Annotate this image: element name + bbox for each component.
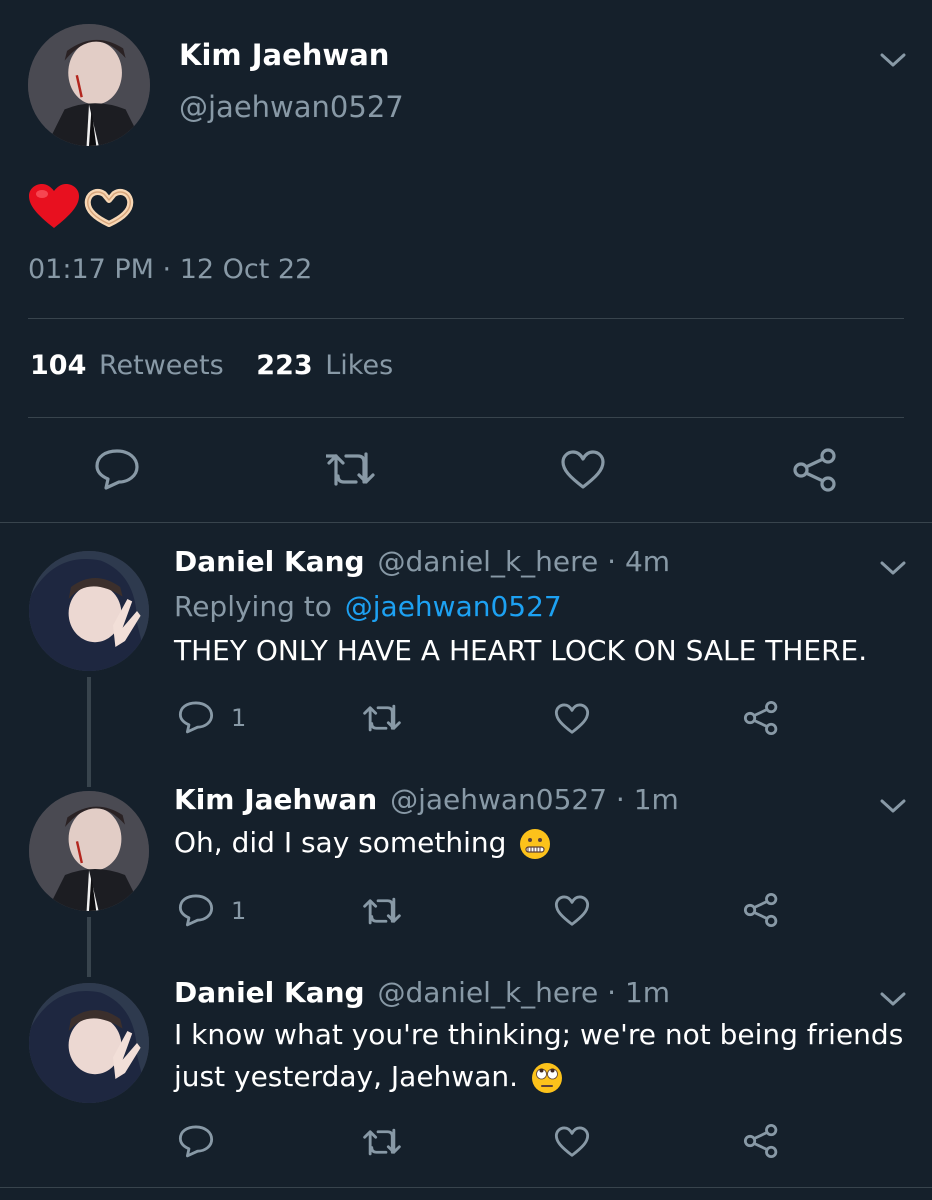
reply-text: Oh, did I say something <box>174 826 507 859</box>
likes-label[interactable]: Likes <box>325 350 393 381</box>
author-name[interactable]: Kim Jaehwan <box>179 38 389 72</box>
retweet-icon[interactable] <box>362 1127 402 1157</box>
avatar-kim-jaehwan[interactable] <box>28 24 150 146</box>
retweet-icon[interactable] <box>362 703 402 733</box>
reply-header: Daniel Kang @daniel_k_here · 1m <box>174 976 670 1009</box>
chevron-down-icon[interactable] <box>880 991 906 1007</box>
reply-meta[interactable]: @jaehwan0527 · 1m <box>390 783 679 816</box>
reply-meta[interactable]: @daniel_k_here · 1m <box>377 976 670 1009</box>
reply-author-name[interactable]: Kim Jaehwan <box>174 783 377 816</box>
like-icon[interactable] <box>554 703 590 735</box>
retweets-count[interactable]: 104 <box>30 350 86 381</box>
chevron-down-icon[interactable] <box>880 798 906 814</box>
author-handle[interactable]: @jaehwan0527 <box>179 90 404 124</box>
thread-line <box>87 677 91 787</box>
avatar-daniel-kang[interactable] <box>29 551 149 671</box>
reply-header: Kim Jaehwan @jaehwan0527 · 1m <box>174 783 679 816</box>
share-icon[interactable] <box>792 448 838 492</box>
reply-icon[interactable] <box>178 700 214 734</box>
reply-body-line2: just yesterday, Jaehwan. <box>174 1060 563 1094</box>
like-icon[interactable] <box>554 895 590 927</box>
divider <box>28 318 904 319</box>
eye-roll-emoji <box>531 1063 562 1093</box>
zipper-mouth-emoji <box>520 829 551 859</box>
reply-count: 1 <box>231 704 247 732</box>
reply-count: 1 <box>231 897 247 925</box>
tweet-timestamp[interactable]: 01:17 PM · 12 Oct 22 <box>28 254 312 285</box>
reply-body: Oh, did I say something <box>174 826 551 860</box>
thread-line <box>87 917 91 977</box>
heart-hands-emoji <box>84 189 134 227</box>
divider <box>28 417 904 418</box>
divider <box>0 1187 932 1188</box>
reply-meta[interactable]: @daniel_k_here · 4m <box>377 545 670 578</box>
tweet-stats: 104 Retweets 223 Likes <box>30 350 393 381</box>
reply-author-name[interactable]: Daniel Kang <box>174 545 365 578</box>
share-icon[interactable] <box>743 700 779 736</box>
heart-emoji <box>29 184 79 228</box>
share-icon[interactable] <box>743 892 779 928</box>
reply-text-line: I know what you're thinking; we're not b… <box>174 1018 904 1051</box>
avatar-daniel-kang[interactable] <box>29 983 149 1103</box>
avatar-kim-jaehwan[interactable] <box>29 791 149 911</box>
reply-icon[interactable] <box>94 448 140 490</box>
likes-count[interactable]: 223 <box>256 350 312 381</box>
reply-text: THEY ONLY HAVE A HEART LOCK ON SALE THER… <box>174 634 868 667</box>
reply-icon[interactable] <box>178 1124 214 1158</box>
retweet-icon[interactable] <box>362 896 402 926</box>
reply-author-name[interactable]: Daniel Kang <box>174 976 365 1009</box>
replying-to-handle[interactable]: @jaehwan0527 <box>345 590 562 623</box>
chevron-down-icon[interactable] <box>880 560 906 576</box>
reply-header: Daniel Kang @daniel_k_here · 4m <box>174 545 670 578</box>
tweet-body <box>28 184 148 232</box>
replying-to: Replying to @jaehwan0527 <box>174 590 562 623</box>
like-icon[interactable] <box>560 450 606 490</box>
like-icon[interactable] <box>554 1126 590 1158</box>
reply-icon[interactable] <box>178 893 214 927</box>
reply-text-line: just yesterday, Jaehwan. <box>174 1060 518 1093</box>
retweets-label[interactable]: Retweets <box>99 350 224 381</box>
replying-to-label: Replying to <box>174 590 332 623</box>
chevron-down-icon[interactable] <box>880 52 906 68</box>
divider <box>0 522 932 523</box>
retweet-icon[interactable] <box>326 450 376 488</box>
share-icon[interactable] <box>743 1123 779 1159</box>
